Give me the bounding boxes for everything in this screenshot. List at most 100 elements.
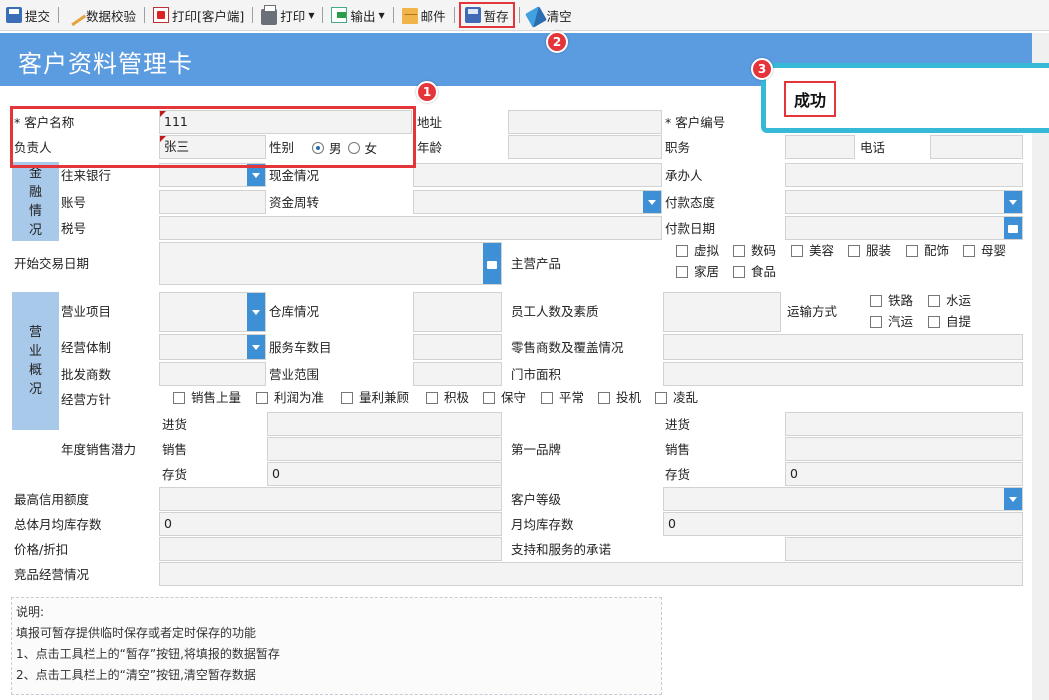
scope-input[interactable]: [413, 362, 502, 386]
vehicles-input[interactable]: [413, 334, 502, 360]
transport-checkbox[interactable]: 水运: [928, 292, 971, 310]
support-input[interactable]: [785, 537, 1023, 561]
product-checkbox[interactable]: 食品: [733, 263, 776, 281]
monthly-inventory-input[interactable]: 0: [663, 512, 1023, 536]
policy-label: 经营方针: [61, 392, 112, 407]
payment-attitude-select[interactable]: [785, 190, 1023, 214]
scope-label: 营业范围: [269, 367, 320, 382]
customer-name-input[interactable]: 111: [159, 110, 412, 134]
print-button[interactable]: 打印 ▼: [257, 3, 318, 27]
policy-checkbox[interactable]: 积极: [426, 389, 469, 407]
pdf-icon: [153, 7, 170, 23]
product-checkbox[interactable]: 美容: [791, 242, 834, 260]
owner-input[interactable]: 张三: [159, 135, 266, 159]
product-checkbox[interactable]: 服装: [848, 242, 891, 260]
brand-purchase-input[interactable]: [785, 412, 1023, 436]
chevron-down-icon: [643, 191, 661, 213]
product-checkbox[interactable]: 家居: [676, 263, 719, 281]
turnover-select[interactable]: [413, 190, 662, 214]
brand-sales-input[interactable]: [785, 437, 1023, 461]
stock-label: 存货: [162, 467, 188, 482]
policy-checkbox[interactable]: 销售上量: [173, 389, 241, 407]
policy-checkbox[interactable]: 保守: [483, 389, 526, 407]
submit-button[interactable]: 提交: [2, 3, 54, 27]
transport-checkbox[interactable]: 汽运: [870, 313, 913, 331]
finance-section-label: 金融情况: [12, 162, 59, 241]
product-checkbox[interactable]: 母婴: [963, 242, 1006, 260]
bank-select[interactable]: [159, 163, 266, 187]
age-input[interactable]: [508, 135, 662, 159]
print-client-button[interactable]: 打印[客户端]: [149, 3, 248, 27]
avg-inventory-label: 总体月均库存数: [14, 517, 102, 532]
chevron-down-icon: [1004, 191, 1022, 213]
step-badge-2: 2: [546, 31, 568, 53]
store-area-input[interactable]: [663, 362, 1023, 386]
account-input[interactable]: [159, 190, 266, 214]
retailers-input[interactable]: [663, 334, 1023, 360]
sales-input[interactable]: [267, 437, 502, 461]
notes-panel: 说明: 填报可暂存提供临时保存或者定时保存的功能 1、点击工具栏上的“暂存”按钮…: [11, 597, 662, 695]
calendar-icon[interactable]: [1004, 217, 1022, 239]
cash-input[interactable]: [413, 163, 662, 187]
chevron-down-icon: [247, 293, 265, 331]
staff-label: 员工人数及素质: [511, 304, 599, 319]
mail-button[interactable]: 邮件: [398, 3, 450, 27]
product-checkbox[interactable]: 虚拟: [676, 242, 719, 260]
gender-female-radio[interactable]: 女: [347, 138, 377, 157]
staff-input[interactable]: [663, 292, 781, 332]
scrollbar[interactable]: [1032, 33, 1049, 700]
calendar-icon[interactable]: [483, 243, 501, 284]
avg-inventory-input[interactable]: 0: [159, 512, 502, 536]
toolbar-separator: [392, 7, 394, 23]
position-input[interactable]: [785, 135, 855, 159]
page-title: 客户资料管理卡: [18, 50, 193, 78]
product-checkbox[interactable]: 配饰: [906, 242, 949, 260]
wholesalers-input[interactable]: [159, 362, 266, 386]
policy-checkbox[interactable]: 平常: [541, 389, 584, 407]
toolbar-separator: [252, 7, 254, 23]
gender-male-radio[interactable]: 男: [312, 138, 342, 157]
annual-potential-label: 年度销售潜力: [61, 442, 137, 457]
transport-checkbox[interactable]: 自提: [928, 313, 971, 331]
customer-name-label: * 客户名称: [14, 115, 75, 130]
transport-checkbox[interactable]: 铁路: [870, 292, 913, 310]
stock-input[interactable]: 0: [267, 462, 502, 486]
credit-limit-input[interactable]: [159, 487, 502, 511]
validate-icon: [63, 3, 87, 27]
address-label: 地址: [417, 115, 443, 130]
brand-sales-label: 销售: [665, 442, 691, 457]
customer-level-select[interactable]: [663, 487, 1023, 511]
notes-line: 填报可暂存提供临时保存或者定时保存的功能: [16, 626, 257, 640]
clear-button[interactable]: 清空: [524, 3, 576, 28]
toolbar: 提交 数据校验 打印[客户端] 打印 ▼ 输出 ▼ 邮件 暂存 清空: [0, 0, 1049, 31]
business-item-select[interactable]: [159, 292, 266, 332]
age-label: 年龄: [417, 140, 443, 155]
product-checkbox[interactable]: 数码: [733, 242, 776, 260]
bank-label: 往来银行: [61, 168, 112, 183]
competitor-label: 竞品经营情况: [14, 567, 90, 582]
handler-input[interactable]: [785, 163, 1023, 187]
price-discount-input[interactable]: [159, 537, 502, 561]
start-date-input[interactable]: [159, 242, 502, 285]
purchase-input[interactable]: [267, 412, 502, 436]
chevron-down-icon: [1004, 488, 1022, 510]
tax-input[interactable]: [159, 216, 662, 240]
validate-button[interactable]: 数据校验: [63, 3, 140, 27]
payment-date-input[interactable]: [785, 216, 1023, 240]
policy-checkbox[interactable]: 投机: [598, 389, 641, 407]
business-item-label: 营业项目: [61, 304, 112, 319]
save-draft-button[interactable]: 暂存: [458, 2, 515, 28]
policy-checkbox[interactable]: 量利兼顾: [341, 389, 409, 407]
address-input[interactable]: [508, 110, 662, 134]
competitor-input[interactable]: [159, 562, 1023, 586]
phone-input[interactable]: [930, 135, 1023, 159]
save-icon: [464, 7, 481, 23]
warehouse-input[interactable]: [413, 292, 502, 332]
brand-stock-input[interactable]: 0: [785, 462, 1023, 486]
owner-label: 负责人: [14, 140, 52, 155]
policy-checkbox[interactable]: 凌乱: [655, 389, 698, 407]
system-select[interactable]: [159, 334, 266, 360]
export-button[interactable]: 输出 ▼: [327, 3, 388, 27]
warehouse-label: 仓库情况: [269, 304, 320, 319]
policy-checkbox[interactable]: 利润为准: [256, 389, 324, 407]
